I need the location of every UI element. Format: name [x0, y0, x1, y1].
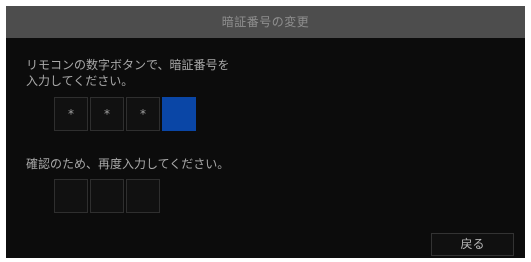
pin-entry-fields: * * *	[54, 97, 196, 131]
pin-confirm-fields	[54, 179, 160, 213]
pin-digit-1[interactable]: *	[54, 97, 88, 131]
entry-prompt: リモコンの数字ボタンで、暗証番号を 入力してください。	[26, 57, 230, 89]
entry-prompt-line-2: 入力してください。	[26, 74, 134, 88]
confirm-digit-2[interactable]	[90, 179, 124, 213]
pin-digit-3[interactable]: *	[126, 97, 160, 131]
pin-change-dialog: 暗証番号の変更 リモコンの数字ボタンで、暗証番号を 入力してください。 * * …	[6, 6, 525, 258]
confirm-digit-1[interactable]	[54, 179, 88, 213]
confirm-prompt: 確認のため、再度入力してください。	[26, 157, 230, 171]
entry-prompt-line-1: リモコンの数字ボタンで、暗証番号を	[26, 58, 230, 72]
pin-digit-4-active[interactable]	[162, 97, 196, 131]
dialog-title: 暗証番号の変更	[6, 6, 525, 38]
confirm-digit-3[interactable]	[126, 179, 160, 213]
back-button[interactable]: 戻る	[431, 233, 514, 256]
pin-digit-2[interactable]: *	[90, 97, 124, 131]
